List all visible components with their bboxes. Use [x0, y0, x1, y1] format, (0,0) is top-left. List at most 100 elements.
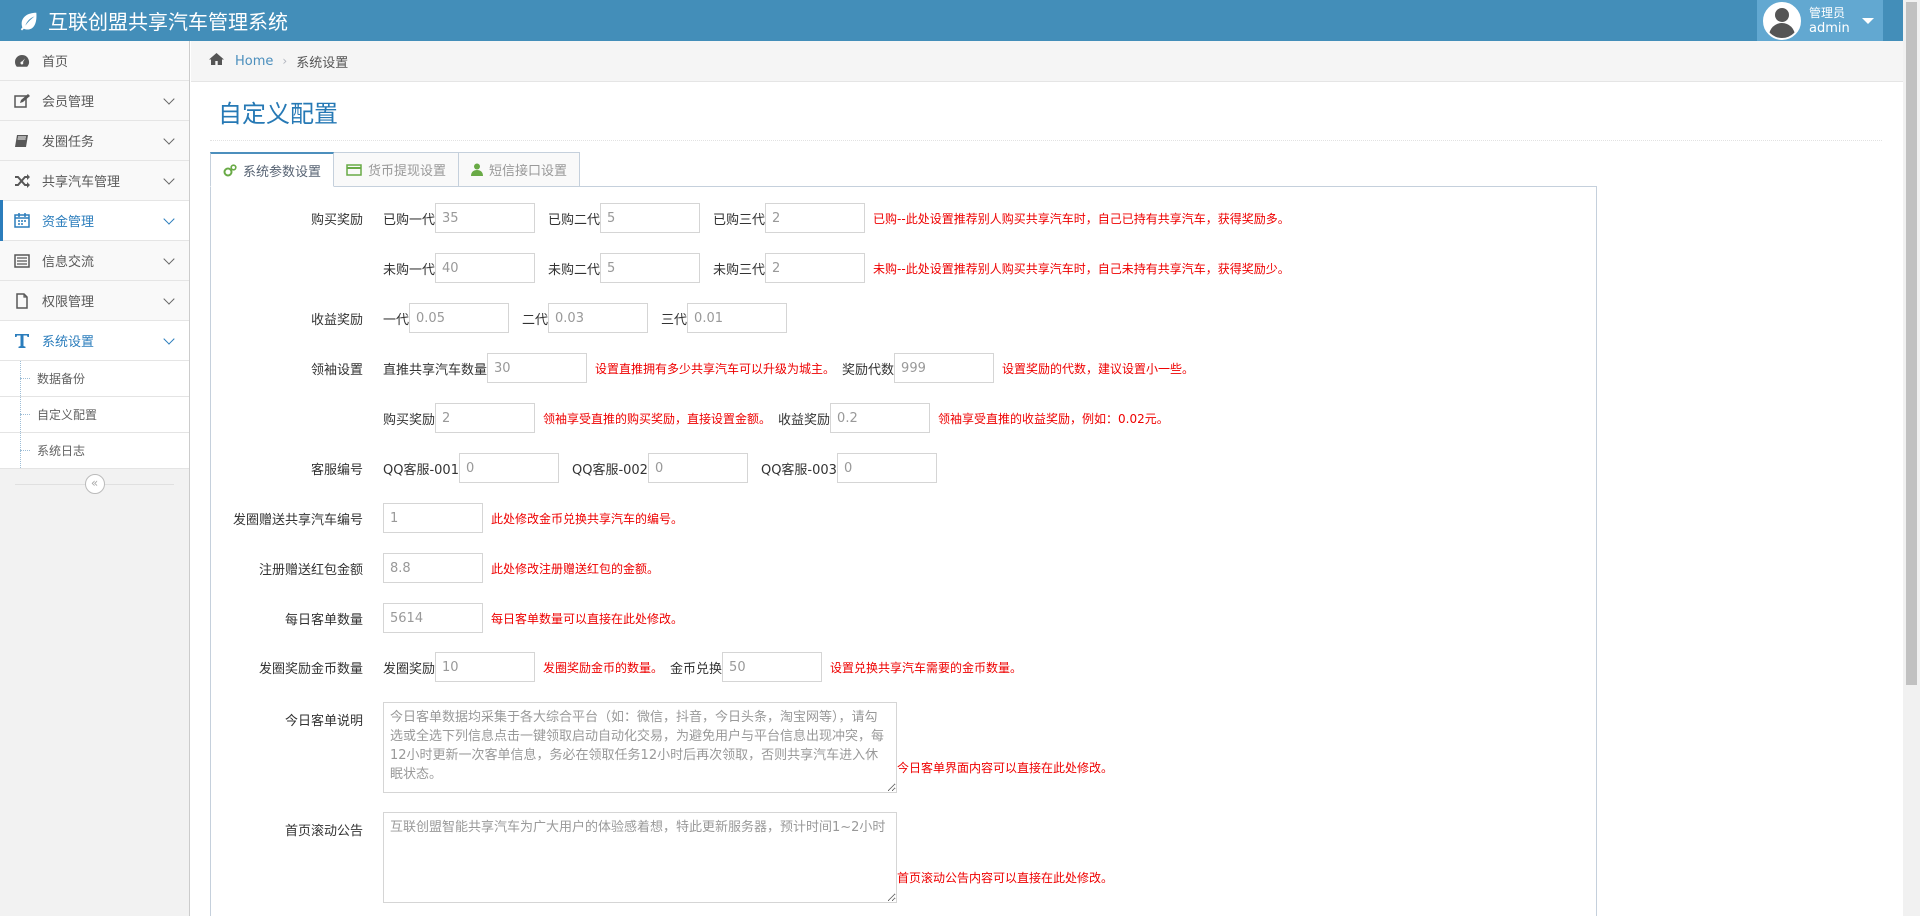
field-prefix: 金币兑换: [670, 661, 723, 677]
field-hint: 设置兑换共享汽车需要的金币数量。: [830, 660, 1023, 675]
home-icon: [208, 52, 225, 70]
chevron-down-icon: [163, 212, 175, 225]
dashboard-icon: [13, 53, 31, 69]
brand[interactable]: 互联创盟共享汽车管理系统: [18, 6, 288, 35]
income-gen2-input[interactable]: [548, 303, 649, 333]
sidebar-subitem-custom-config[interactable]: 自定义配置: [0, 397, 189, 433]
page-title: 自定义配置: [218, 100, 338, 128]
sidebar-subitem-backup[interactable]: 数据备份: [0, 361, 189, 397]
field-label: 首页滚动公告: [284, 824, 363, 839]
user-name: admin: [1809, 20, 1850, 36]
tab-bar: 系统参数设置 货币提现设置 短信接口设置: [210, 152, 581, 187]
cogs-icon: [223, 163, 237, 177]
income-gen1-input[interactable]: [409, 303, 510, 333]
leader-buy-reward-input[interactable]: [435, 403, 536, 433]
red-packet-amount-input[interactable]: [383, 553, 483, 583]
chevron-down-icon: [163, 252, 175, 265]
qq-service-1-input[interactable]: [458, 453, 559, 483]
unbought-gen3-input[interactable]: [765, 253, 866, 283]
sidebar-item-permissions[interactable]: 权限管理: [0, 281, 189, 321]
breadcrumb: Home › 系统设置: [191, 41, 1903, 82]
user-icon: [471, 163, 484, 176]
sidebar-item-settings[interactable]: 系统设置: [0, 321, 189, 361]
field-hint: 每日客单数量可以直接在此处修改。: [491, 611, 684, 626]
tab-currency-withdraw[interactable]: 货币提现设置: [333, 152, 460, 187]
page-scrollbar[interactable]: [1903, 0, 1920, 916]
scroll-notice-textarea[interactable]: 互联创盟智能共享汽车为广大用户的体验感着想，特此更新服务器，预计时间1~2小时: [383, 812, 897, 903]
form-row-scroll-notice: 首页滚动公告 互联创盟智能共享汽车为广大用户的体验感着想，特此更新服务器，预计时…: [210, 812, 1113, 903]
top-navbar: 互联创盟共享汽车管理系统 管理员 admin: [0, 0, 1920, 41]
field-hint: 今日客单界面内容可以直接在此处修改。: [897, 761, 1114, 775]
field-prefix: 二代: [522, 312, 549, 328]
text-icon: [13, 333, 31, 349]
field-prefix: 直推共享汽车数量: [383, 362, 488, 378]
leaf-icon: [20, 12, 37, 31]
sidebar-item-tasks[interactable]: 发圈任务: [0, 121, 189, 161]
bought-gen1-input[interactable]: [435, 203, 536, 233]
field-label: 领袖设置: [310, 362, 363, 378]
form-row-leader: 领袖设置 直推共享汽车数量 设置直推拥有多少共享汽车可以升级为城主。 奖励代数 …: [210, 353, 1194, 383]
sidebar-subitem-system-log[interactable]: 系统日志: [0, 433, 189, 469]
gift-car-number-input[interactable]: [383, 503, 483, 533]
sidebar-item-label: 共享汽车管理: [42, 175, 121, 190]
field-prefix: QQ客服-001: [383, 462, 459, 478]
sidebar-item-label: 会员管理: [42, 95, 95, 110]
field-label: 发圈赠送共享汽车编号: [232, 512, 363, 528]
breadcrumb-home-link[interactable]: Home: [235, 54, 273, 69]
field-hint: 领袖享受直推的收益奖励，例如：0.02元。: [938, 411, 1169, 426]
leader-income-reward-input[interactable]: [830, 403, 931, 433]
chevron-down-icon: [163, 92, 175, 105]
reward-generations-input[interactable]: [894, 353, 995, 383]
field-hint: 此处修改注册赠送红包的金额。: [491, 561, 660, 576]
coin-exchange-input[interactable]: [722, 652, 823, 682]
form-row-red-packet: 注册赠送红包金额 此处修改注册赠送红包的金额。: [210, 553, 659, 583]
field-hint: 设置直推拥有多少共享汽车可以升级为城主。: [595, 361, 836, 376]
qq-service-3-input[interactable]: [836, 453, 937, 483]
bought-gen2-input[interactable]: [600, 203, 701, 233]
tab-label: 货币提现设置: [368, 164, 447, 179]
direct-count-input[interactable]: [487, 353, 588, 383]
sidebar-item-label: 首页: [42, 55, 69, 70]
field-prefix: 未购三代: [713, 262, 766, 278]
sidebar-item-cars[interactable]: 共享汽车管理: [0, 161, 189, 201]
field-hint: 首页滚动公告内容可以直接在此处修改。: [897, 871, 1114, 885]
field-hint: 未购--此处设置推荐别人购买共享汽车时，自己未持有共享汽车，获得奖励少。: [873, 261, 1290, 276]
field-prefix: QQ客服-003: [760, 462, 837, 478]
chevron-down-icon: [163, 172, 175, 185]
tab-panel: [210, 186, 1597, 916]
field-prefix: QQ客服-002: [571, 462, 648, 478]
unbought-gen2-input[interactable]: [600, 253, 701, 283]
form-row-leader-rewards: 购买奖励 领袖享受直推的购买奖励，直接设置金额。 收益奖励 领袖享受直推的收益奖…: [210, 403, 1169, 433]
tab-system-params[interactable]: 系统参数设置: [210, 152, 335, 187]
bought-gen3-input[interactable]: [765, 203, 866, 233]
field-hint: 已购--此处设置推荐别人购买共享汽车时，自己已持有共享汽车，获得奖励多。: [873, 211, 1290, 226]
sidebar-subitem-label: 系统日志: [37, 444, 86, 458]
daily-orders-input[interactable]: [383, 603, 483, 633]
sidebar-item-members[interactable]: 会员管理: [0, 81, 189, 121]
form-row-today-desc: 今日客单说明 今日客单数据均采集于各大综合平台（如：微信，抖音，今日头条，淘宝网…: [210, 702, 1113, 793]
field-prefix: 已购三代: [713, 212, 766, 228]
app-title: 互联创盟共享汽车管理系统: [48, 10, 288, 34]
tab-sms-interface[interactable]: 短信接口设置: [458, 152, 581, 187]
breadcrumb-current: 系统设置: [296, 55, 349, 71]
field-hint: 此处修改金币兑换共享汽车的编号。: [491, 511, 684, 526]
sidebar-item-label: 发圈任务: [42, 135, 95, 150]
field-prefix: 收益奖励: [778, 412, 831, 428]
sidebar-item-messages[interactable]: 信息交流: [0, 241, 189, 281]
sidebar-subitem-label: 数据备份: [37, 372, 86, 386]
tab-label: 系统参数设置: [243, 164, 322, 180]
sidebar-item-home[interactable]: 首页: [0, 41, 189, 81]
user-menu[interactable]: 管理员 admin: [1757, 0, 1883, 41]
sidebar: 首页 会员管理 发圈任务 共享汽车管理 资金管理 信息交流 权限管理 系统设置 …: [0, 41, 190, 916]
form-row-gift-car: 发圈赠送共享汽车编号 此处修改金币兑换共享汽车的编号。: [210, 503, 683, 533]
scrollbar-thumb[interactable]: [1906, 2, 1917, 685]
post-reward-coins-input[interactable]: [435, 652, 536, 682]
field-prefix: 一代: [383, 312, 410, 328]
sidebar-item-funds[interactable]: 资金管理: [0, 200, 189, 241]
today-orders-description-textarea[interactable]: 今日客单数据均采集于各大综合平台（如：微信，抖音，今日头条，淘宝网等），请勾选或…: [383, 702, 897, 793]
unbought-gen1-input[interactable]: [435, 253, 536, 283]
collapse-sidebar-icon[interactable]: «: [84, 474, 105, 494]
book-icon: [13, 133, 31, 149]
qq-service-2-input[interactable]: [647, 453, 748, 483]
income-gen3-input[interactable]: [687, 303, 788, 333]
